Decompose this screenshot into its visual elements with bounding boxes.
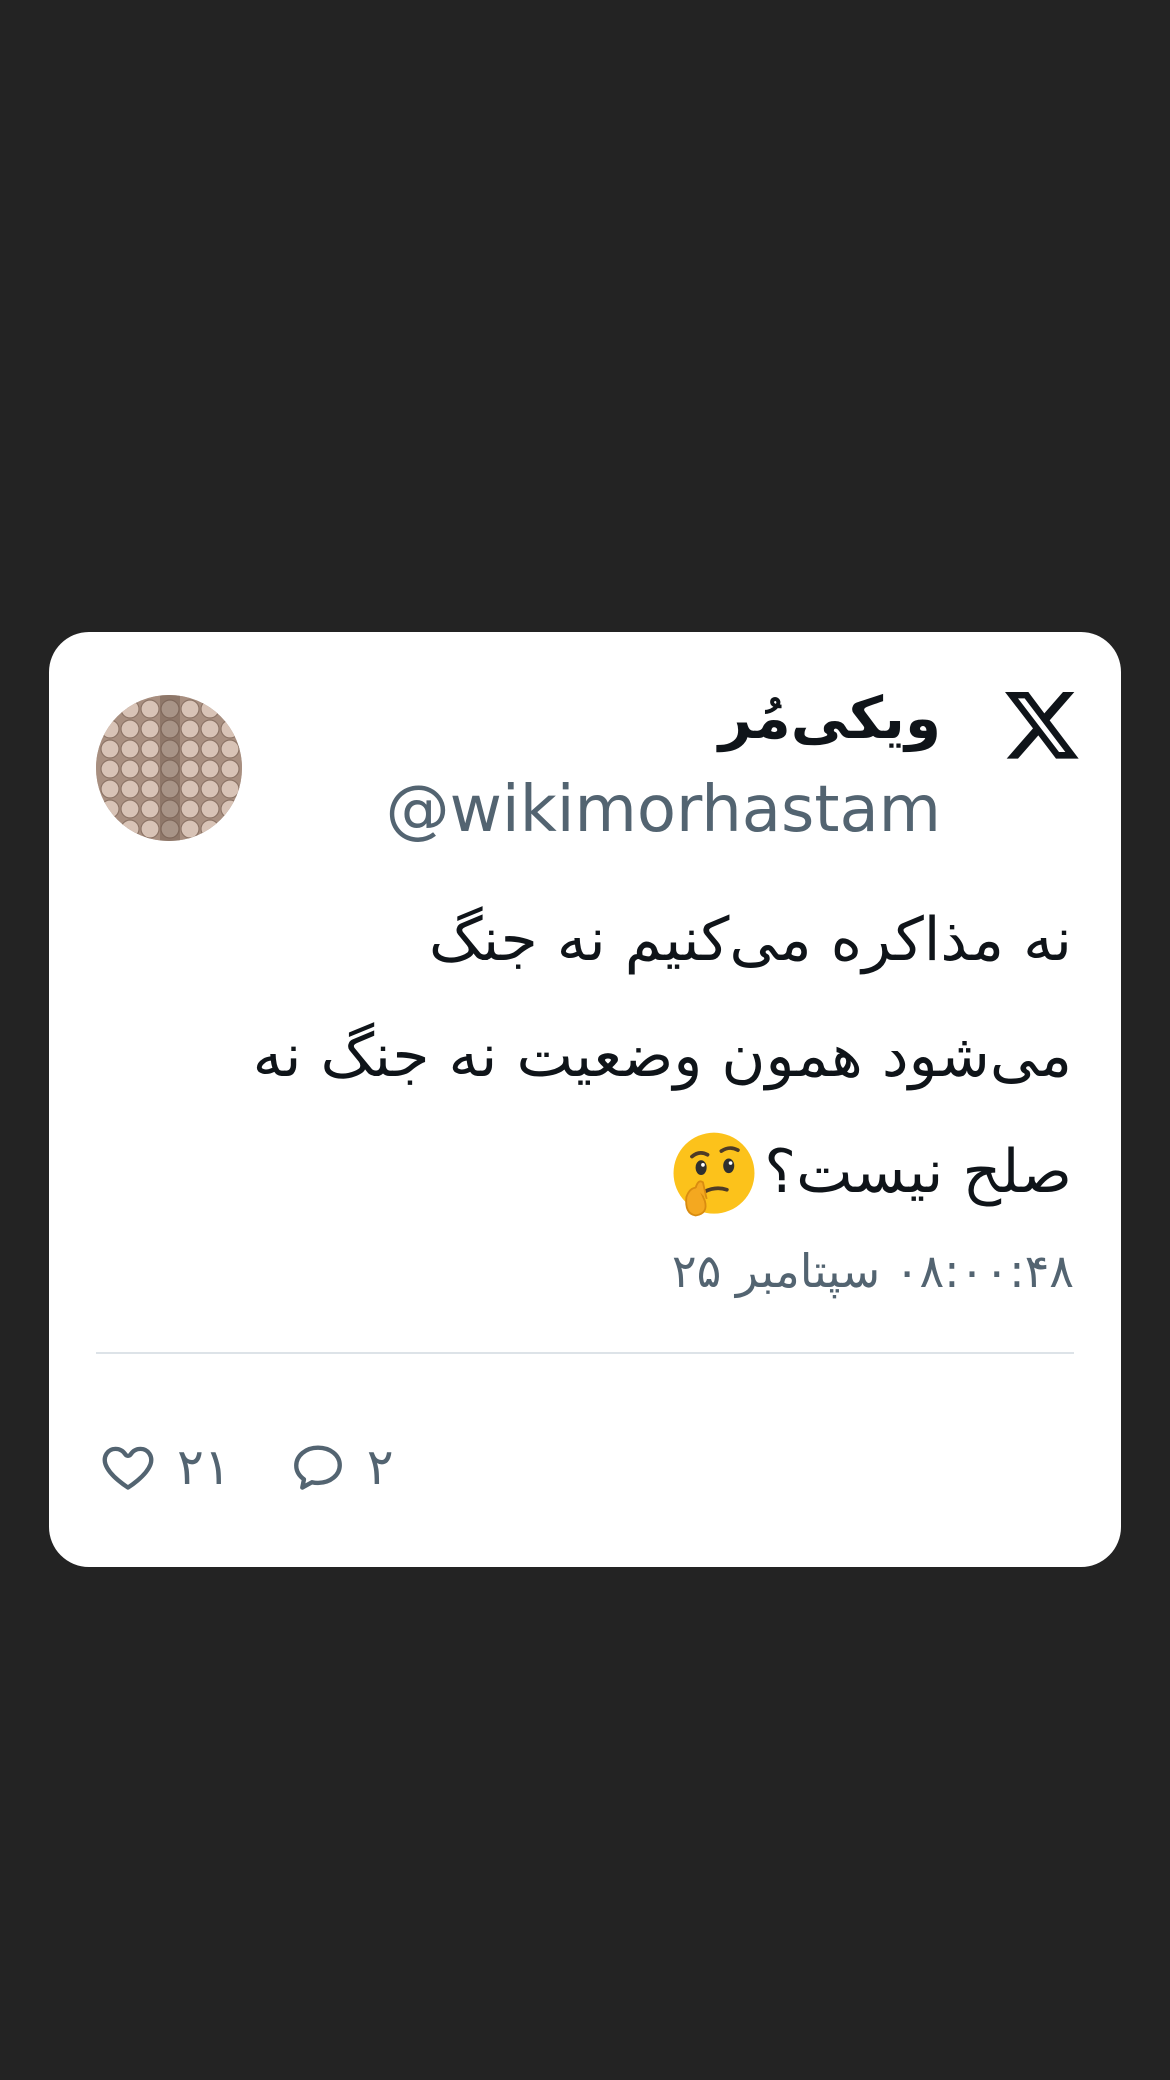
screen: ویکی‌مُر @wikimorhastam نه مذاکره می	[0, 0, 1170, 2080]
tweet-text-line-3-text: صلح نیست؟	[764, 1137, 1072, 1207]
display-name[interactable]: ویکی‌مُر	[719, 684, 941, 754]
x-logo-icon	[1005, 692, 1079, 759]
tweet-text-line-3: صلح نیست؟	[92, 1114, 1072, 1230]
tweet-text: نه مذاکره می‌کنیم نه جنگ می‌شود همون وضع…	[92, 882, 1072, 1230]
avatar[interactable]	[96, 695, 242, 841]
speech-bubble-icon	[293, 1445, 342, 1490]
tweet-card: ویکی‌مُر @wikimorhastam نه مذاکره می	[49, 632, 1121, 1567]
divider	[96, 1352, 1074, 1354]
like-button[interactable]: ۲۱	[99, 1438, 231, 1496]
tweet-actions: ۲۱ ۲	[99, 1432, 452, 1502]
user-handle[interactable]: @wikimorhastam	[386, 772, 941, 849]
reply-button[interactable]: ۲	[289, 1438, 394, 1496]
tweet-timestamp[interactable]: ۰۸:۰۰:۴۸ سپتامبر ۲۵	[672, 1244, 1074, 1298]
tweet-text-line-1: نه مذاکره می‌کنیم نه جنگ	[428, 905, 1072, 975]
replies-count: ۲	[366, 1438, 394, 1496]
likes-count: ۲۱	[177, 1438, 231, 1496]
heart-icon	[102, 1446, 154, 1490]
tweet-text-line-2: می‌شود همون وضعیت نه جنگ نه	[252, 1021, 1072, 1091]
avatar-image	[96, 695, 242, 841]
thinking-face-icon	[673, 1133, 755, 1217]
